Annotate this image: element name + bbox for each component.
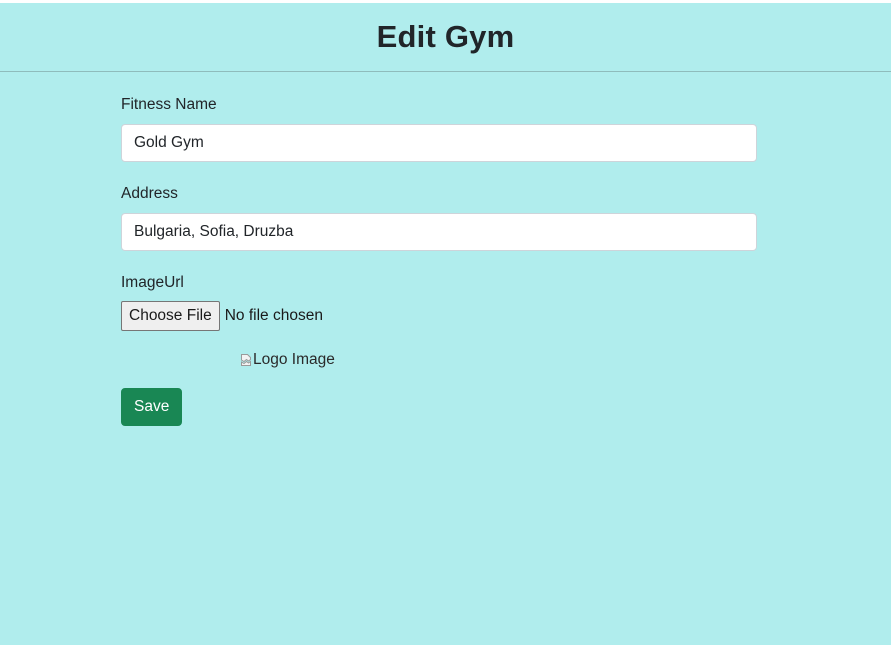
page: Edit Gym Fitness Name Address ImageUrl C… (0, 3, 891, 645)
edit-gym-form: Fitness Name Address ImageUrl Choose Fil… (121, 73, 757, 426)
file-status: No file chosen (224, 307, 323, 324)
fitness-name-input[interactable] (121, 124, 757, 162)
page-header: Edit Gym (0, 3, 891, 72)
address-label: Address (121, 185, 178, 202)
page-title: Edit Gym (376, 19, 515, 54)
logo-image-alt-text: Logo Image (253, 351, 335, 368)
image-url-label: ImageUrl (121, 274, 184, 291)
choose-file-button[interactable]: Choose File (121, 301, 220, 331)
fitness-name-label: Fitness Name (121, 96, 217, 113)
file-input: Choose File No file chosen (121, 301, 757, 331)
broken-image-icon (241, 354, 251, 366)
logo-image: Logo Image (241, 349, 757, 371)
address-input[interactable] (121, 213, 757, 251)
save-button[interactable]: Save (121, 388, 183, 426)
